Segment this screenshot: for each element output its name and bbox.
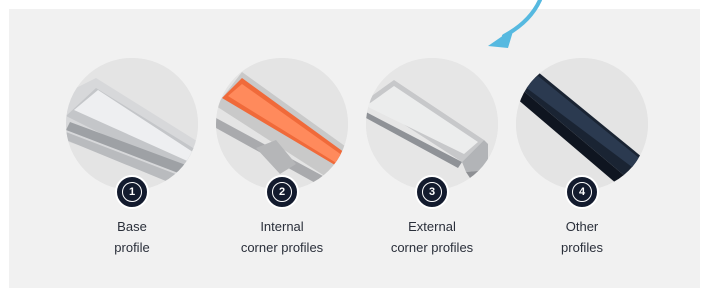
step-badge: 1: [115, 175, 149, 209]
profile-label: Base profile: [52, 216, 212, 258]
base-profile-image: [66, 58, 198, 190]
internal-corner-profile-image: [216, 58, 348, 190]
label-line-1: Internal: [260, 219, 304, 234]
profile-label: External corner profiles: [352, 216, 512, 258]
profile-label: Internal corner profiles: [202, 216, 362, 258]
profile-card-external-corner[interactable]: 3 External corner profiles: [362, 58, 502, 268]
label-line-1: External: [408, 219, 456, 234]
profile-card-internal-corner[interactable]: 2 Internal corner profiles: [212, 58, 352, 268]
label-line-2: corner profiles: [390, 240, 474, 255]
step-badge: 3: [415, 175, 449, 209]
external-corner-profile-image: [366, 58, 498, 190]
label-line-2: profile: [114, 240, 150, 255]
label-line-1: Base: [117, 219, 147, 234]
other-profile-image: [516, 58, 648, 190]
label-line-1: Other: [565, 219, 599, 234]
profile-card-other[interactable]: 4 Other profiles: [512, 58, 652, 268]
curved-arrow-icon: [488, 0, 542, 48]
step-badge: 2: [265, 175, 299, 209]
step-number: 1: [122, 182, 142, 202]
step-number: 2: [272, 182, 292, 202]
step-number: 4: [572, 182, 592, 202]
label-line-2: profiles: [561, 240, 603, 255]
step-number: 3: [422, 182, 442, 202]
profile-card-base[interactable]: 1 Base profile: [62, 58, 202, 268]
step-badge: 4: [565, 175, 599, 209]
profile-label: Other profiles: [502, 216, 662, 258]
label-line-2: corner profiles: [240, 240, 324, 255]
